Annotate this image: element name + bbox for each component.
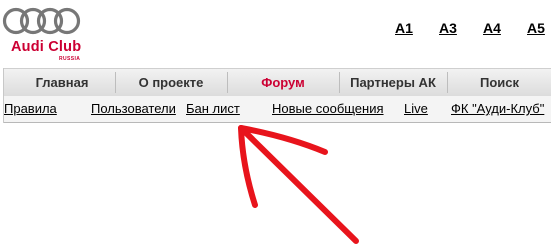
subnav-link-live[interactable]: Live (404, 101, 428, 116)
subnav-link-fc-audi-club[interactable]: ФК "Ауди-Клуб" (451, 101, 544, 116)
nav-item-partners[interactable]: Партнеры АК (340, 69, 446, 96)
nav-item-search[interactable]: Поиск (448, 69, 551, 96)
nav-item-about[interactable]: О проекте (116, 69, 226, 96)
subnav-link-users[interactable]: Пользователи (91, 101, 176, 116)
page-content (0, 123, 551, 247)
model-links: A1 A3 A4 A5 (0, 20, 551, 40)
model-link-a3[interactable]: A3 (439, 20, 457, 36)
main-nav: Главная О проекте Форум Партнеры АК Поис… (4, 68, 551, 97)
site-header: Audi Club RUSSIA A1 A3 A4 A5 (0, 0, 551, 68)
nav-item-forum[interactable]: Форум (228, 69, 338, 96)
subnav-link-rules[interactable]: Правила (4, 101, 57, 116)
model-link-a4[interactable]: A4 (483, 20, 501, 36)
model-link-a5[interactable]: A5 (527, 20, 545, 36)
logo-subtext: RUSSIA (59, 56, 81, 62)
nav-item-home[interactable]: Главная (12, 69, 112, 96)
logo-text: Audi Club (11, 39, 82, 55)
model-link-a1[interactable]: A1 (395, 20, 413, 36)
subnav-link-ban-list[interactable]: Бан лист (186, 101, 240, 116)
subnav-link-new-messages[interactable]: Новые сообщения (272, 101, 384, 116)
forum-subnav: Правила Пользователи Бан лист Новые сооб… (4, 96, 551, 123)
